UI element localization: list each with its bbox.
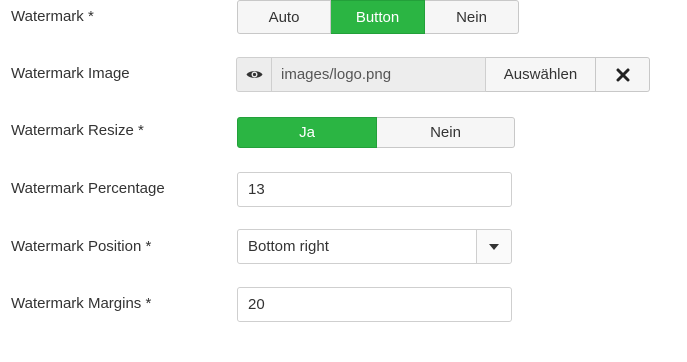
watermark-image-field: images/logo.png Auswählen xyxy=(236,57,650,92)
resize-option-nein[interactable]: Nein xyxy=(377,117,515,148)
watermark-position-value: Bottom right xyxy=(248,238,329,255)
watermark-margins-input[interactable]: 20 xyxy=(237,287,512,322)
watermark-toggle-group: Auto Button Nein xyxy=(237,0,519,34)
watermark-option-auto[interactable]: Auto xyxy=(237,0,331,34)
watermark-resize-toggle-group: Ja Nein xyxy=(237,117,515,148)
clear-image-button[interactable] xyxy=(596,57,650,92)
watermark-margins-label: Watermark Margins * xyxy=(11,295,152,312)
watermark-option-nein[interactable]: Nein xyxy=(425,0,519,34)
close-icon xyxy=(616,68,629,81)
watermark-resize-label: Watermark Resize * xyxy=(11,122,144,139)
watermark-image-path: images/logo.png xyxy=(272,57,486,92)
choose-image-button[interactable]: Auswählen xyxy=(486,57,596,92)
watermark-position-label: Watermark Position * xyxy=(11,238,152,255)
watermark-percentage-label: Watermark Percentage xyxy=(11,180,165,197)
watermark-option-button[interactable]: Button xyxy=(331,0,425,34)
watermark-label: Watermark * xyxy=(11,8,94,25)
resize-option-ja[interactable]: Ja xyxy=(237,117,377,148)
chevron-down-icon[interactable] xyxy=(476,230,511,263)
watermark-image-label: Watermark Image xyxy=(11,65,130,82)
watermark-position-select[interactable]: Bottom right xyxy=(237,229,512,264)
eye-icon[interactable] xyxy=(236,57,272,92)
watermark-percentage-input[interactable]: 13 xyxy=(237,172,512,207)
